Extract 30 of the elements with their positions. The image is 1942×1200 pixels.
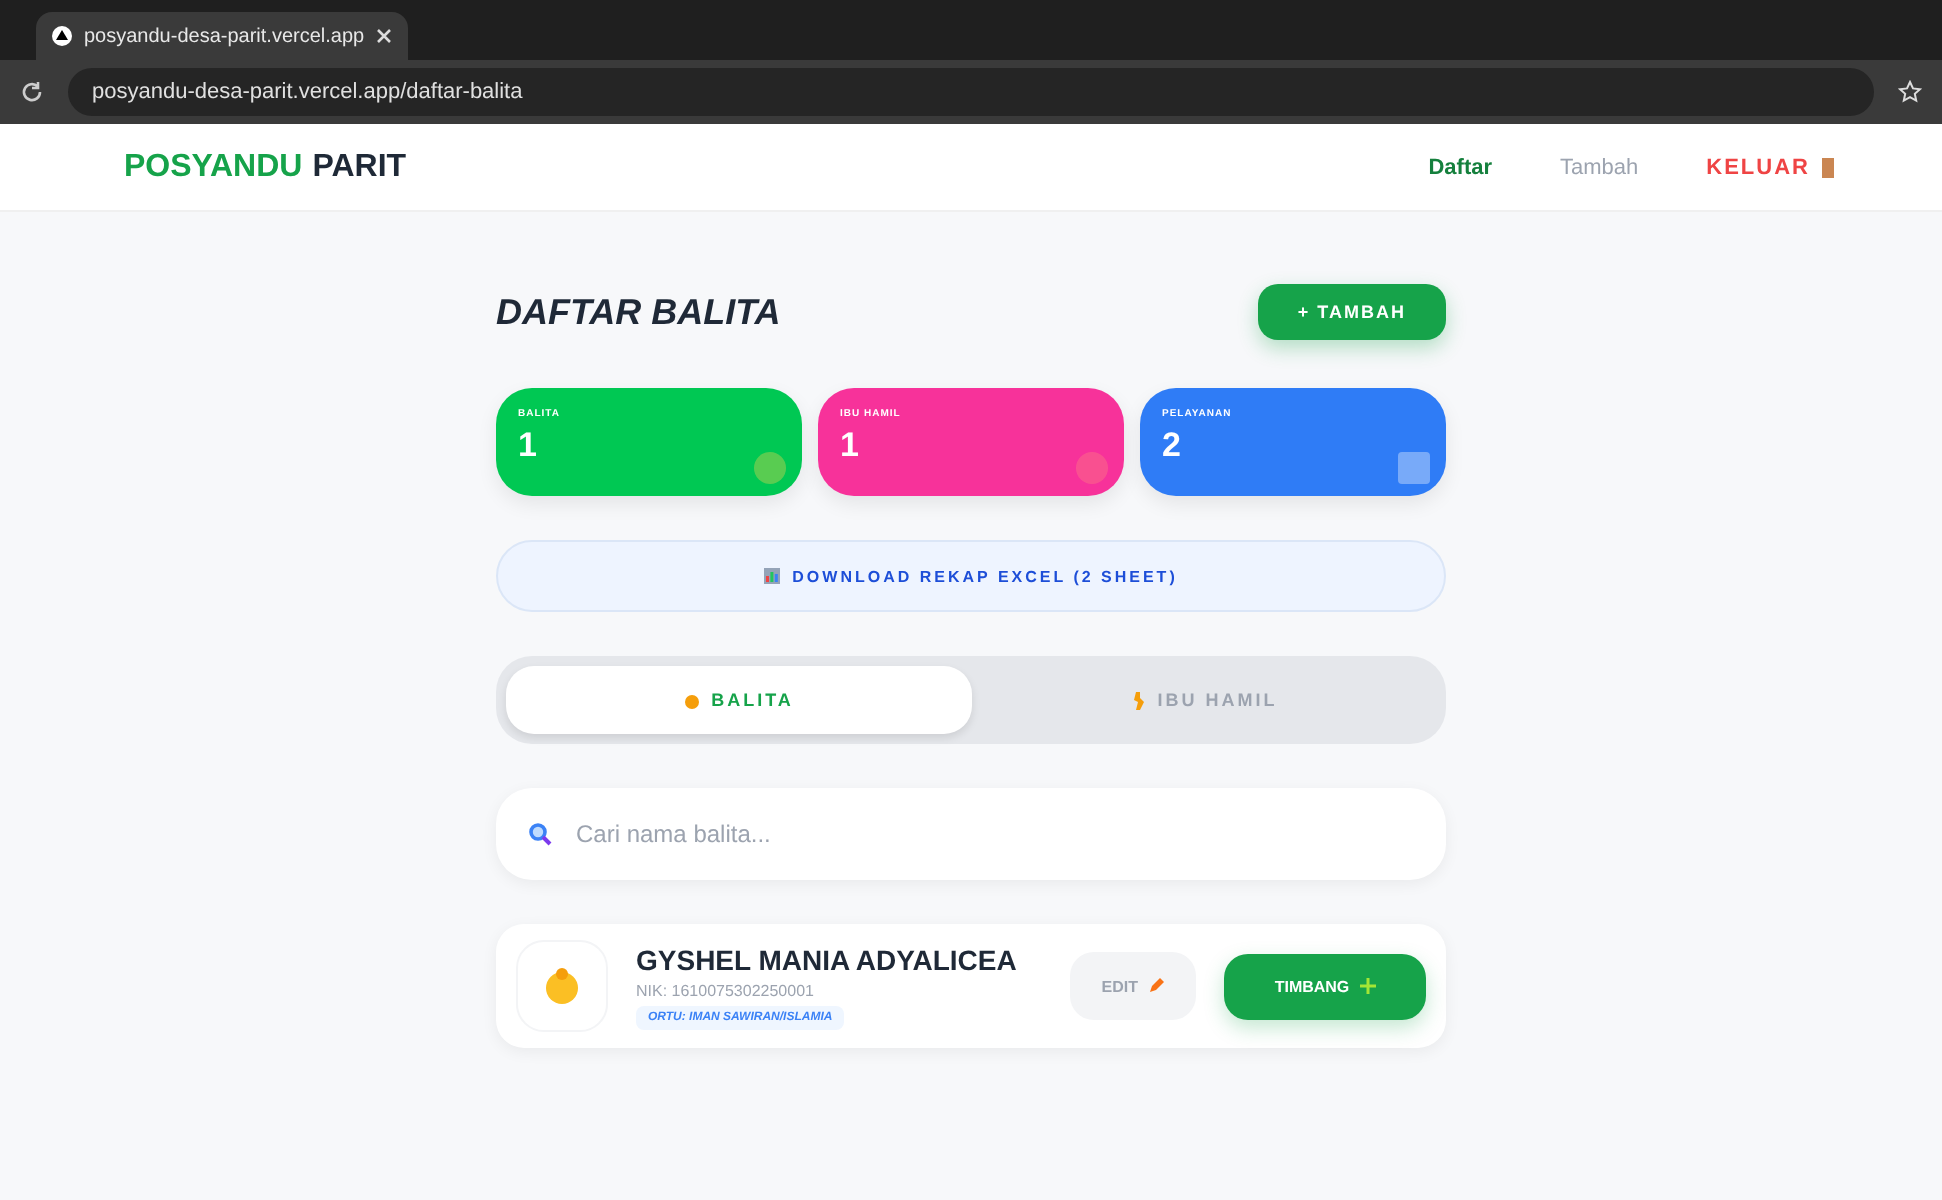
brand-suffix: PARIT: [312, 149, 407, 185]
nik-text: NIK: 1610075302250001: [636, 981, 816, 999]
search-icon: [528, 822, 552, 846]
reload-icon[interactable]: [20, 80, 44, 104]
nav-link[interactable]: Tambah: [1560, 155, 1639, 179]
site-icon: [52, 26, 72, 46]
page-title: DAFTAR BALITA: [496, 291, 781, 333]
star-icon[interactable]: [1898, 80, 1922, 104]
nav-link[interactable]: Daftar: [1428, 155, 1493, 179]
stat-value: 2: [1162, 426, 1183, 466]
brand-name: POSYANDU: [124, 149, 303, 185]
edit-button[interactable]: EDIT: [1069, 952, 1196, 1020]
stat-icon: [1072, 448, 1112, 488]
stat-value: 1: [518, 426, 539, 466]
tab[interactable]: BALITA: [506, 666, 971, 734]
stat-icon: [750, 448, 790, 488]
address-bar[interactable]: posyandu-desa-parit.vercel.app/daftar-balita: [68, 68, 1874, 116]
plus-icon: [1359, 978, 1376, 994]
close-icon[interactable]: [376, 28, 393, 44]
download-button[interactable]: DOWNLOAD REKAP EXCEL (2 SHEET): [496, 540, 1446, 612]
chart-icon: [764, 568, 781, 584]
pencil-icon: [1148, 978, 1164, 994]
tab[interactable]: IBU HAMIL: [971, 666, 1436, 734]
weigh-button[interactable]: TIMBANG: [1224, 953, 1426, 1019]
child-name: GYSHEL MANIA ADYALICEA: [636, 943, 1019, 975]
add-button[interactable]: + TAMBAH: [1257, 284, 1446, 340]
logout-link[interactable]: KELUAR: [1706, 155, 1834, 179]
search-field[interactable]: Cari nama balita...: [496, 788, 1446, 880]
stat-value: 1: [840, 426, 861, 466]
stat-icon: [1394, 448, 1434, 488]
